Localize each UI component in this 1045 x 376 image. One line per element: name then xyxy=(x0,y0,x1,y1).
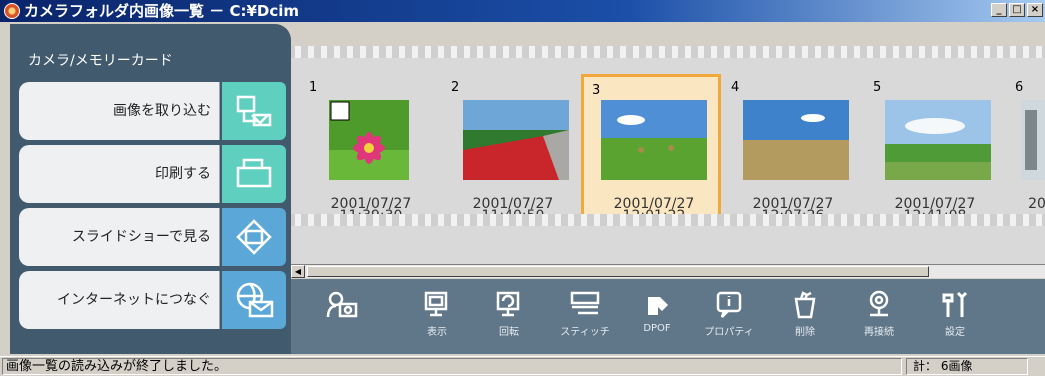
thumbnail-image[interactable] xyxy=(329,100,409,180)
reconnect-icon xyxy=(869,290,889,317)
thumbnail-date: 20 xyxy=(1028,196,1045,212)
properties-icon xyxy=(716,291,742,318)
filmstrip: 1 2001/07/27 11:39:30 2 xyxy=(291,46,1045,266)
close-button[interactable]: × xyxy=(1027,3,1043,17)
sidebar-item-import[interactable]: 画像を取り込む xyxy=(19,82,220,140)
sidebar-item-label: インターネットにつなぐ xyxy=(57,292,211,308)
image-count: 計： 6画像 xyxy=(906,358,1028,375)
reconnect-button[interactable]: 再接続 xyxy=(851,289,907,349)
rotate-icon xyxy=(496,291,520,317)
thumbnail-image[interactable] xyxy=(601,100,707,180)
toolbar-label: DPOF xyxy=(643,323,671,334)
film-perforation-bottom xyxy=(291,214,1045,226)
thumbnail-image[interactable] xyxy=(1021,100,1045,180)
title-bar: カメラフォルダ内画像一覧 － C:¥Dcim _ □ × xyxy=(0,0,1045,22)
print-icon[interactable] xyxy=(222,145,286,203)
settings-button[interactable]: 設定 xyxy=(927,289,983,349)
toolbar-label: 設定 xyxy=(945,327,965,338)
settings-icon xyxy=(942,291,968,317)
thumbnail-number: 1 xyxy=(309,80,318,95)
thumbnail-image[interactable] xyxy=(463,100,569,180)
display-button[interactable]: 表示 xyxy=(409,289,465,349)
camera-user-button[interactable] xyxy=(313,289,369,349)
sidebar-item-label: 印刷する xyxy=(155,166,211,182)
sidebar-item-label: 画像を取り込む xyxy=(113,103,211,119)
sidebar-item-print[interactable]: 印刷する xyxy=(19,145,220,203)
sidebar-item-slideshow[interactable]: スライドショーで見る xyxy=(19,208,220,266)
delete-icon xyxy=(794,291,816,319)
thumbnail-image[interactable] xyxy=(885,100,991,180)
thumbnail-number: 4 xyxy=(731,80,740,95)
scrollbar-thumb[interactable] xyxy=(307,266,929,277)
toolbar-label: スティッチ xyxy=(560,327,610,338)
thumbnail-number: 3 xyxy=(592,83,601,98)
horizontal-scrollbar[interactable]: ◀ xyxy=(291,264,1045,278)
internet-mail-icon[interactable] xyxy=(222,271,286,329)
thumbnail-frame-selected[interactable]: 3 2001/07/27 12:01:22 xyxy=(581,74,721,224)
status-message: 画像一覧の読み込みが終了しました。 xyxy=(2,358,902,375)
import-images-icon[interactable] xyxy=(222,82,286,140)
camera-user-icon xyxy=(326,291,358,318)
dpof-icon xyxy=(648,297,668,315)
stitch-button[interactable]: スティッチ xyxy=(557,289,613,349)
stitch-icon xyxy=(570,291,600,315)
minimize-button[interactable]: _ xyxy=(991,3,1007,17)
thumbnail-number: 5 xyxy=(873,80,882,95)
sidebar-item-internet[interactable]: インターネットにつなぐ xyxy=(19,271,220,329)
toolbar-label: 削除 xyxy=(795,327,815,338)
scroll-left-arrow-icon[interactable]: ◀ xyxy=(291,265,305,278)
window-title: カメラフォルダ内画像一覧 － C:¥Dcim xyxy=(24,2,300,20)
toolbar-label: 回転 xyxy=(499,327,519,338)
thumbnail-image[interactable] xyxy=(743,100,849,180)
toolbar: 表示 回転 スティッチ DPOF プロパティ 削除 再接続 設定 xyxy=(291,279,1045,354)
slideshow-icon[interactable] xyxy=(222,208,286,266)
toolbar-label: 表示 xyxy=(427,327,447,338)
toolbar-label: 再接続 xyxy=(864,327,894,338)
maximize-button[interactable]: □ xyxy=(1009,3,1025,17)
delete-button[interactable]: 削除 xyxy=(777,289,833,349)
dpof-button[interactable]: DPOF xyxy=(629,289,685,349)
app-icon xyxy=(4,3,20,19)
thumbnail-frame[interactable]: 2 2001/07/27 11:40:50 xyxy=(443,74,583,224)
film-perforation-top xyxy=(291,46,1045,58)
sidebar: カメラ/メモリーカード 画像を取り込む 印刷する スライドショーで見る インター… xyxy=(10,24,291,354)
sidebar-item-label: スライドショーで見る xyxy=(71,229,211,245)
thumbnail-number: 6 xyxy=(1015,80,1024,95)
rotate-button[interactable]: 回転 xyxy=(481,289,537,349)
thumbnail-frame[interactable]: 4 2001/07/27 12:07:26 xyxy=(723,74,863,224)
display-icon xyxy=(424,291,448,317)
sidebar-title: カメラ/メモリーカード xyxy=(28,53,173,69)
status-bar: 画像一覧の読み込みが終了しました。 計： 6画像 xyxy=(0,356,1045,376)
properties-button[interactable]: プロパティ xyxy=(701,289,757,349)
thumbnail-number: 2 xyxy=(451,80,460,95)
thumbnail-frame[interactable]: 1 2001/07/27 11:39:30 xyxy=(301,74,441,224)
thumbnail-frame[interactable]: 6 20 xyxy=(1007,74,1045,224)
toolbar-label: プロパティ xyxy=(704,327,754,338)
